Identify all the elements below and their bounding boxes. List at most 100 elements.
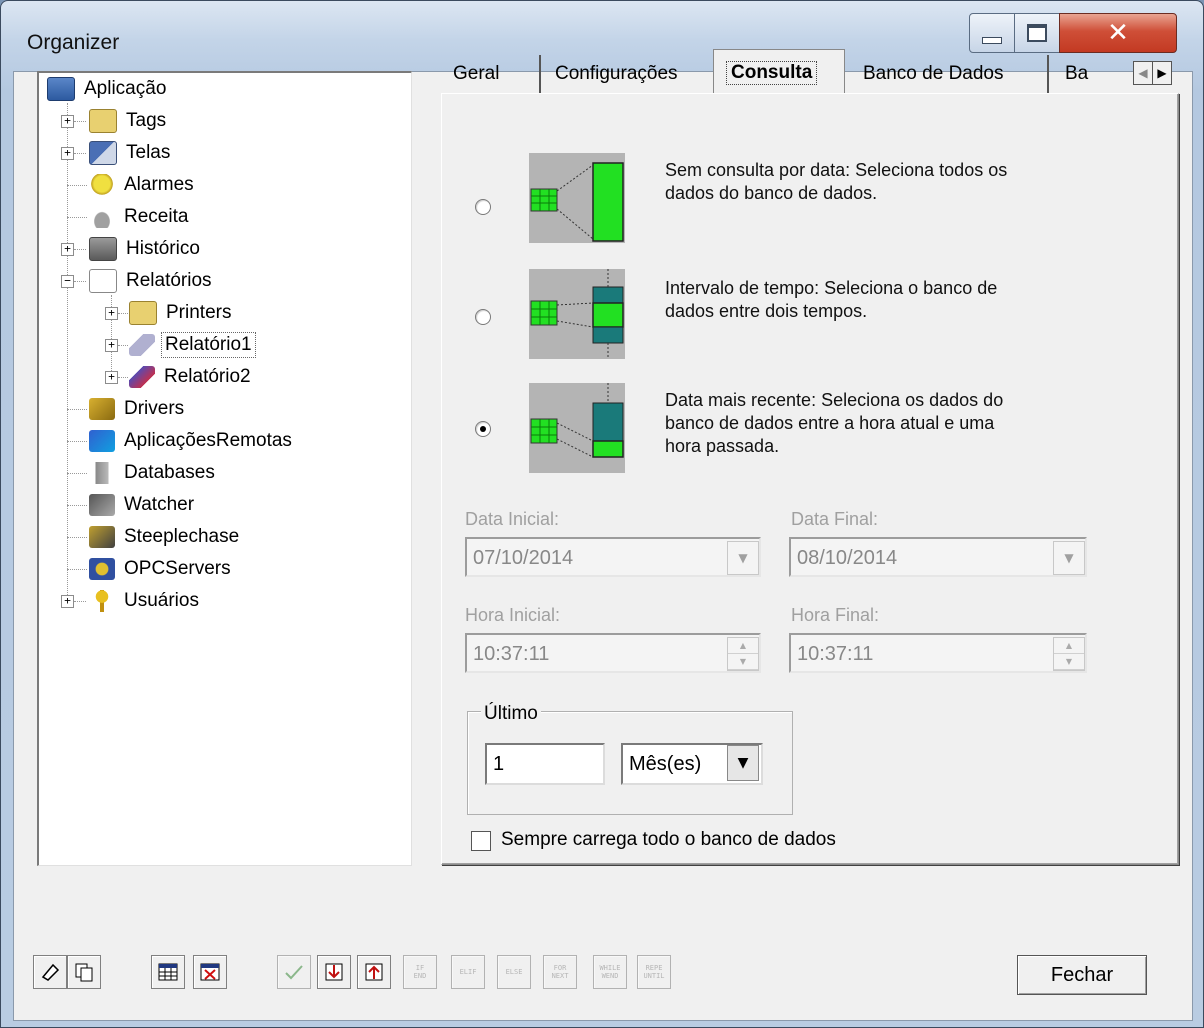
tree-item-label: Databases <box>124 462 215 483</box>
tab-scroll-right[interactable]: ▶ <box>1152 61 1172 85</box>
expand-icon[interactable]: + <box>105 339 118 352</box>
copy-button[interactable] <box>67 955 101 989</box>
radio-sem-consulta[interactable] <box>475 199 491 215</box>
tree-item-drivers[interactable]: Drivers <box>89 395 187 423</box>
tab-scroll-left[interactable]: ◀ <box>1133 61 1153 85</box>
import-button[interactable] <box>317 955 351 989</box>
export-button[interactable] <box>357 955 391 989</box>
tab-ba[interactable]: Ba <box>1053 55 1109 93</box>
tree-item-relatorios[interactable]: Relatórios <box>89 267 215 295</box>
ultimo-value-input[interactable]: 1 <box>485 743 605 785</box>
spin-down-icon[interactable]: ▼ <box>1054 654 1084 670</box>
steeplechase-icon <box>89 526 115 548</box>
tree-item-relatorio2[interactable]: Relatório2 <box>129 363 254 391</box>
spin-up-icon[interactable]: ▲ <box>1054 638 1084 654</box>
expand-icon[interactable]: + <box>61 115 74 128</box>
tree-item-opcservers[interactable]: OPCServers <box>89 555 234 583</box>
tree-item-printers[interactable]: Printers <box>129 299 234 327</box>
expand-icon[interactable]: + <box>61 147 74 160</box>
tree-item-tags[interactable]: Tags <box>89 107 169 135</box>
hora-final-field[interactable]: 10:37:11 <box>789 633 1087 673</box>
tab-configuracoes[interactable]: Configurações <box>543 55 715 93</box>
export-icon <box>365 963 383 981</box>
maximize-button[interactable] <box>1014 13 1060 53</box>
tree-item-databases[interactable]: Databases <box>89 459 218 487</box>
report-icon <box>129 334 155 356</box>
tree-item-receita[interactable]: Receita <box>89 203 191 231</box>
tree-item-watcher[interactable]: Watcher <box>89 491 197 519</box>
data-inicial-label: Data Inicial: <box>465 509 560 529</box>
minimize-button[interactable] <box>969 13 1015 53</box>
expand-icon[interactable]: + <box>105 371 118 384</box>
delete-table-button[interactable] <box>193 955 227 989</box>
tree-item-telas[interactable]: Telas <box>89 139 173 167</box>
check-syntax-button[interactable] <box>277 955 311 989</box>
chevron-right-icon: ▶ <box>1157 66 1167 80</box>
key-icon <box>89 590 115 612</box>
screens-icon <box>89 141 117 165</box>
option-description: Sem consulta por data: Seleciona todos o… <box>665 160 1008 203</box>
tree-item-aplicacao[interactable]: Aplicação <box>47 75 169 103</box>
ultimo-unit-dropdown[interactable]: ▼ <box>727 745 759 781</box>
data-final-dropdown[interactable]: ▼ <box>1053 541 1085 575</box>
tab-banco-de-dados[interactable]: Banco de Dados <box>851 55 1049 93</box>
repeat-until-button[interactable]: REPE UNTIL <box>637 955 671 989</box>
tree-item-label: AplicaçõesRemotas <box>124 430 292 451</box>
hora-inicial-label: Hora Inicial: <box>465 605 561 625</box>
tab-label: Ba <box>1065 63 1089 84</box>
tab-consulta[interactable]: Consulta <box>713 49 845 95</box>
hora-inicial-spinner[interactable]: ▲ ▼ <box>727 637 759 671</box>
bell-icon <box>89 174 115 196</box>
tree-item-steeplechase[interactable]: Steeplechase <box>89 523 242 551</box>
ultimo-label: Último <box>481 703 541 725</box>
data-final-field[interactable]: 08/10/2014 <box>789 537 1087 577</box>
tree-line <box>67 505 87 506</box>
watcher-icon <box>89 494 115 516</box>
if-end-button[interactable]: IF END <box>403 955 437 989</box>
radio-data-mais-recente[interactable] <box>475 421 491 437</box>
radio-intervalo-tempo[interactable] <box>475 309 491 325</box>
script-button-top: REPE <box>645 964 663 972</box>
tree-line <box>67 473 87 474</box>
tree-item-label: Relatórios <box>126 270 212 291</box>
tree-item-relatorio1[interactable]: Relatório1 <box>129 331 256 359</box>
while-wend-button[interactable]: WHILE WEND <box>593 955 627 989</box>
elif-button[interactable]: ELIF <box>451 955 485 989</box>
data-inicial-dropdown[interactable]: ▼ <box>727 541 759 575</box>
eraser-button[interactable] <box>33 955 67 989</box>
for-next-button[interactable]: FOR NEXT <box>543 955 577 989</box>
fechar-button[interactable]: Fechar <box>1017 955 1147 995</box>
hora-final-label: Hora Final: <box>791 605 880 625</box>
spin-down-icon[interactable]: ▼ <box>728 654 758 670</box>
tree-line <box>67 185 87 186</box>
tree-item-label: Aplicação <box>84 78 167 99</box>
else-button[interactable]: ELSE <box>497 955 531 989</box>
copy-icon <box>75 963 93 982</box>
tree-item-alarmes[interactable]: Alarmes <box>89 171 197 199</box>
tree-line <box>74 153 86 154</box>
tab-geral[interactable]: Geral <box>441 55 541 93</box>
data-final-value: 08/10/2014 <box>797 547 898 569</box>
tree-item-aplicacoesremotas[interactable]: AplicaçõesRemotas <box>89 427 295 455</box>
hora-final-spinner[interactable]: ▲ ▼ <box>1053 637 1085 671</box>
hora-final-value: 10:37:11 <box>797 643 874 665</box>
chevron-down-icon: ▼ <box>738 551 748 565</box>
organizer-tree[interactable]: Aplicação + Tags + Telas Alarmes Receita… <box>37 71 412 866</box>
data-inicial-field[interactable]: 07/10/2014 <box>465 537 761 577</box>
expand-icon[interactable]: + <box>105 307 118 320</box>
sempre-carrega-checkbox[interactable] <box>471 831 491 851</box>
reports-icon <box>89 269 117 293</box>
tree-line <box>67 409 87 410</box>
tree-item-historico[interactable]: Histórico <box>89 235 203 263</box>
maximize-icon <box>1027 24 1047 42</box>
tree-item-usuarios[interactable]: Usuários <box>89 587 202 615</box>
ultimo-value: 1 <box>493 753 505 775</box>
expand-icon[interactable]: + <box>61 595 74 608</box>
insert-table-button[interactable] <box>151 955 185 989</box>
ultimo-unit: Mês(es) <box>629 753 702 775</box>
expand-icon[interactable]: + <box>61 243 74 256</box>
spin-up-icon[interactable]: ▲ <box>728 638 758 654</box>
hora-inicial-field[interactable]: 10:37:11 <box>465 633 761 673</box>
collapse-icon[interactable]: − <box>61 275 74 288</box>
close-window-button[interactable]: ✕ <box>1059 13 1177 53</box>
